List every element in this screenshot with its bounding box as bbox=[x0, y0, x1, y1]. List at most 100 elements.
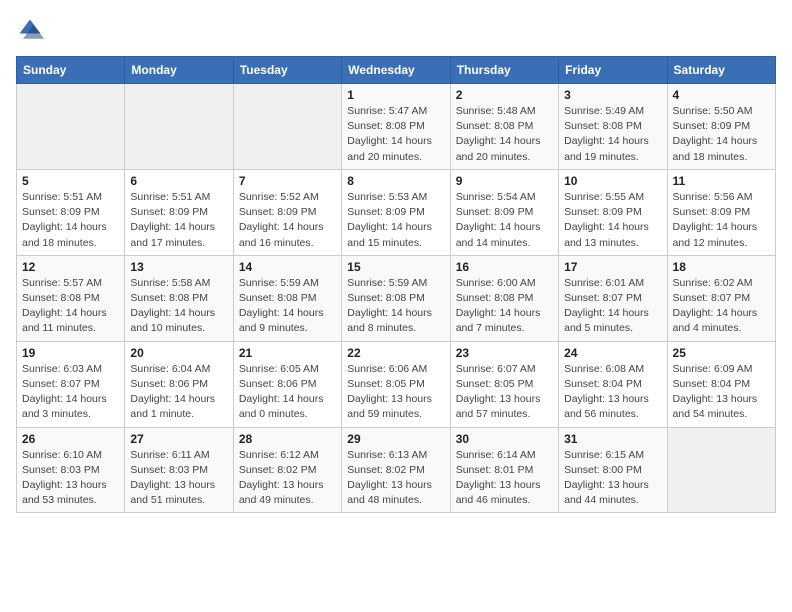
day-number: 23 bbox=[456, 346, 553, 360]
day-detail: Sunrise: 5:57 AM Sunset: 8:08 PM Dayligh… bbox=[22, 276, 119, 337]
day-number: 19 bbox=[22, 346, 119, 360]
week-row-3: 12 Sunrise: 5:57 AM Sunset: 8:08 PM Dayli… bbox=[17, 255, 776, 341]
day-number: 7 bbox=[239, 174, 336, 188]
calendar-cell: 24 Sunrise: 6:08 AM Sunset: 8:04 PM Dayli… bbox=[559, 341, 667, 427]
day-detail: Sunrise: 5:58 AM Sunset: 8:08 PM Dayligh… bbox=[130, 276, 227, 337]
calendar-cell: 18 Sunrise: 6:02 AM Sunset: 8:07 PM Dayli… bbox=[667, 255, 775, 341]
calendar-cell: 7 Sunrise: 5:52 AM Sunset: 8:09 PM Daylig… bbox=[233, 169, 341, 255]
calendar-cell bbox=[233, 84, 341, 170]
day-number: 28 bbox=[239, 432, 336, 446]
day-detail: Sunrise: 5:49 AM Sunset: 8:08 PM Dayligh… bbox=[564, 104, 661, 165]
weekday-header-wednesday: Wednesday bbox=[342, 57, 450, 84]
logo bbox=[16, 16, 48, 44]
day-number: 26 bbox=[22, 432, 119, 446]
day-number: 27 bbox=[130, 432, 227, 446]
calendar-cell: 16 Sunrise: 6:00 AM Sunset: 8:08 PM Dayli… bbox=[450, 255, 558, 341]
calendar-cell: 30 Sunrise: 6:14 AM Sunset: 8:01 PM Dayli… bbox=[450, 427, 558, 513]
day-detail: Sunrise: 6:10 AM Sunset: 8:03 PM Dayligh… bbox=[22, 448, 119, 509]
day-number: 31 bbox=[564, 432, 661, 446]
day-number: 24 bbox=[564, 346, 661, 360]
week-row-2: 5Sunrise: 5:51 AM Sunset: 8:09 PM Daylig… bbox=[17, 169, 776, 255]
day-detail: Sunrise: 6:13 AM Sunset: 8:02 PM Dayligh… bbox=[347, 448, 444, 509]
calendar-cell bbox=[667, 427, 775, 513]
calendar-cell: 17 Sunrise: 6:01 AM Sunset: 8:07 PM Dayli… bbox=[559, 255, 667, 341]
day-number: 12 bbox=[22, 260, 119, 274]
calendar-cell: 14Sunrise: 5:59 AM Sunset: 8:08 PM Dayli… bbox=[233, 255, 341, 341]
calendar-cell: 27 Sunrise: 6:11 AM Sunset: 8:03 PM Dayli… bbox=[125, 427, 233, 513]
day-number: 10 bbox=[564, 174, 661, 188]
day-number: 8 bbox=[347, 174, 444, 188]
weekday-header-thursday: Thursday bbox=[450, 57, 558, 84]
calendar-cell: 5Sunrise: 5:51 AM Sunset: 8:09 PM Daylig… bbox=[17, 169, 125, 255]
weekday-header-saturday: Saturday bbox=[667, 57, 775, 84]
day-detail: Sunrise: 6:05 AM Sunset: 8:06 PM Dayligh… bbox=[239, 362, 336, 423]
day-number: 4 bbox=[673, 88, 770, 102]
calendar-cell: 12 Sunrise: 5:57 AM Sunset: 8:08 PM Dayli… bbox=[17, 255, 125, 341]
day-detail: Sunrise: 5:47 AM Sunset: 8:08 PM Dayligh… bbox=[347, 104, 444, 165]
day-number: 17 bbox=[564, 260, 661, 274]
day-detail: Sunrise: 6:08 AM Sunset: 8:04 PM Dayligh… bbox=[564, 362, 661, 423]
day-detail: Sunrise: 5:52 AM Sunset: 8:09 PM Dayligh… bbox=[239, 190, 336, 251]
logo-icon bbox=[16, 16, 44, 44]
day-number: 11 bbox=[673, 174, 770, 188]
day-detail: Sunrise: 6:14 AM Sunset: 8:01 PM Dayligh… bbox=[456, 448, 553, 509]
calendar-cell: 1 Sunrise: 5:47 AM Sunset: 8:08 PM Daylig… bbox=[342, 84, 450, 170]
calendar-cell: 13 Sunrise: 5:58 AM Sunset: 8:08 PM Dayli… bbox=[125, 255, 233, 341]
day-detail: Sunrise: 6:09 AM Sunset: 8:04 PM Dayligh… bbox=[673, 362, 770, 423]
calendar-cell: 31Sunrise: 6:15 AM Sunset: 8:00 PM Dayli… bbox=[559, 427, 667, 513]
day-number: 25 bbox=[673, 346, 770, 360]
day-detail: Sunrise: 6:04 AM Sunset: 8:06 PM Dayligh… bbox=[130, 362, 227, 423]
day-detail: Sunrise: 5:51 AM Sunset: 8:09 PM Dayligh… bbox=[22, 190, 119, 251]
calendar-cell: 26 Sunrise: 6:10 AM Sunset: 8:03 PM Dayli… bbox=[17, 427, 125, 513]
week-row-1: 1 Sunrise: 5:47 AM Sunset: 8:08 PM Daylig… bbox=[17, 84, 776, 170]
day-detail: Sunrise: 6:06 AM Sunset: 8:05 PM Dayligh… bbox=[347, 362, 444, 423]
week-row-5: 26 Sunrise: 6:10 AM Sunset: 8:03 PM Dayli… bbox=[17, 427, 776, 513]
day-detail: Sunrise: 6:01 AM Sunset: 8:07 PM Dayligh… bbox=[564, 276, 661, 337]
day-number: 18 bbox=[673, 260, 770, 274]
day-detail: Sunrise: 6:00 AM Sunset: 8:08 PM Dayligh… bbox=[456, 276, 553, 337]
day-detail: Sunrise: 6:11 AM Sunset: 8:03 PM Dayligh… bbox=[130, 448, 227, 509]
weekday-header-friday: Friday bbox=[559, 57, 667, 84]
week-row-4: 19Sunrise: 6:03 AM Sunset: 8:07 PM Dayli… bbox=[17, 341, 776, 427]
weekday-row: SundayMondayTuesdayWednesdayThursdayFrid… bbox=[17, 57, 776, 84]
calendar-cell: 19Sunrise: 6:03 AM Sunset: 8:07 PM Dayli… bbox=[17, 341, 125, 427]
day-detail: Sunrise: 5:55 AM Sunset: 8:09 PM Dayligh… bbox=[564, 190, 661, 251]
calendar-header: SundayMondayTuesdayWednesdayThursdayFrid… bbox=[17, 57, 776, 84]
day-number: 29 bbox=[347, 432, 444, 446]
day-number: 13 bbox=[130, 260, 227, 274]
day-number: 16 bbox=[456, 260, 553, 274]
weekday-header-tuesday: Tuesday bbox=[233, 57, 341, 84]
calendar-cell: 22 Sunrise: 6:06 AM Sunset: 8:05 PM Dayli… bbox=[342, 341, 450, 427]
calendar-cell: 15Sunrise: 5:59 AM Sunset: 8:08 PM Dayli… bbox=[342, 255, 450, 341]
calendar-cell: 23 Sunrise: 6:07 AM Sunset: 8:05 PM Dayli… bbox=[450, 341, 558, 427]
day-detail: Sunrise: 5:59 AM Sunset: 8:08 PM Dayligh… bbox=[239, 276, 336, 337]
calendar-cell: 4 Sunrise: 5:50 AM Sunset: 8:09 PM Daylig… bbox=[667, 84, 775, 170]
calendar-cell: 6Sunrise: 5:51 AM Sunset: 8:09 PM Daylig… bbox=[125, 169, 233, 255]
day-number: 22 bbox=[347, 346, 444, 360]
weekday-header-sunday: Sunday bbox=[17, 57, 125, 84]
calendar-cell: 8 Sunrise: 5:53 AM Sunset: 8:09 PM Daylig… bbox=[342, 169, 450, 255]
calendar-body: 1 Sunrise: 5:47 AM Sunset: 8:08 PM Daylig… bbox=[17, 84, 776, 513]
weekday-header-monday: Monday bbox=[125, 57, 233, 84]
day-number: 3 bbox=[564, 88, 661, 102]
day-detail: Sunrise: 5:59 AM Sunset: 8:08 PM Dayligh… bbox=[347, 276, 444, 337]
day-detail: Sunrise: 6:07 AM Sunset: 8:05 PM Dayligh… bbox=[456, 362, 553, 423]
day-number: 30 bbox=[456, 432, 553, 446]
calendar-cell: 3 Sunrise: 5:49 AM Sunset: 8:08 PM Daylig… bbox=[559, 84, 667, 170]
day-detail: Sunrise: 6:12 AM Sunset: 8:02 PM Dayligh… bbox=[239, 448, 336, 509]
day-number: 1 bbox=[347, 88, 444, 102]
calendar-cell: 21Sunrise: 6:05 AM Sunset: 8:06 PM Dayli… bbox=[233, 341, 341, 427]
day-detail: Sunrise: 6:02 AM Sunset: 8:07 PM Dayligh… bbox=[673, 276, 770, 337]
calendar-cell: 11 Sunrise: 5:56 AM Sunset: 8:09 PM Dayli… bbox=[667, 169, 775, 255]
day-detail: Sunrise: 5:50 AM Sunset: 8:09 PM Dayligh… bbox=[673, 104, 770, 165]
day-number: 6 bbox=[130, 174, 227, 188]
calendar-cell bbox=[125, 84, 233, 170]
calendar-cell: 25 Sunrise: 6:09 AM Sunset: 8:04 PM Dayli… bbox=[667, 341, 775, 427]
calendar-cell: 9Sunrise: 5:54 AM Sunset: 8:09 PM Daylig… bbox=[450, 169, 558, 255]
page-header bbox=[16, 16, 776, 44]
calendar-cell: 10 Sunrise: 5:55 AM Sunset: 8:09 PM Dayli… bbox=[559, 169, 667, 255]
day-detail: Sunrise: 5:53 AM Sunset: 8:09 PM Dayligh… bbox=[347, 190, 444, 251]
day-number: 20 bbox=[130, 346, 227, 360]
day-detail: Sunrise: 5:56 AM Sunset: 8:09 PM Dayligh… bbox=[673, 190, 770, 251]
day-detail: Sunrise: 5:54 AM Sunset: 8:09 PM Dayligh… bbox=[456, 190, 553, 251]
